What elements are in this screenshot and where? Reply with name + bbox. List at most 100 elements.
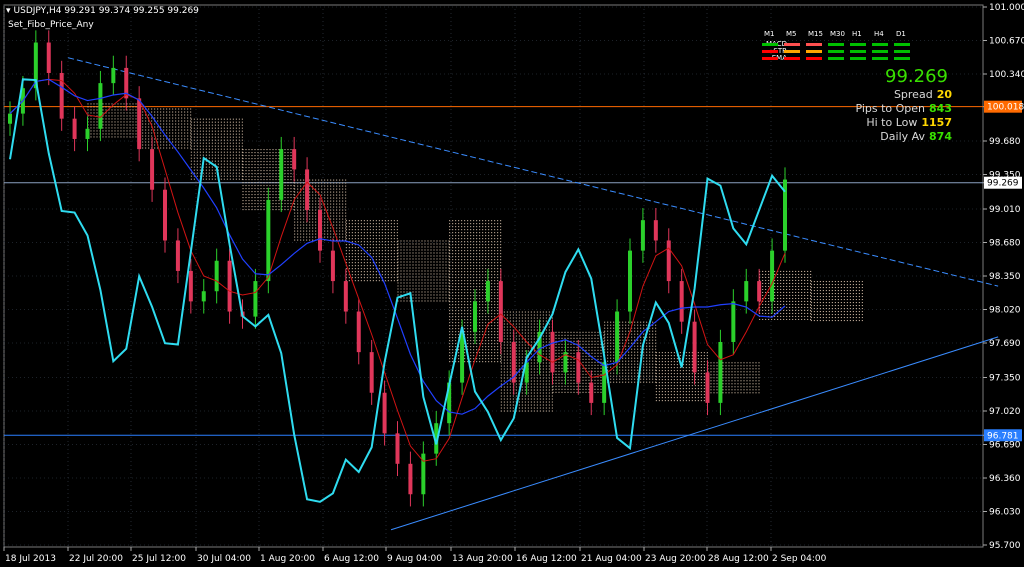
cloud-dot (464, 304, 466, 306)
cloud-dot (354, 262, 356, 264)
cloud-dot (703, 376, 705, 378)
cloud-dot (691, 382, 693, 384)
cloud-dot (458, 358, 460, 360)
cloud-dot (309, 221, 311, 223)
cloud-dot (603, 343, 605, 345)
cloud-dot (123, 115, 125, 117)
cloud-dot (506, 365, 508, 367)
cloud-dot (403, 282, 405, 284)
cloud-dot (190, 154, 192, 156)
cloud-dot (518, 341, 520, 343)
cloud-dot (424, 288, 426, 290)
cloud-dot (357, 259, 359, 261)
cloud-dot (515, 383, 517, 385)
cloud-dot (610, 381, 612, 383)
cloud-dot (217, 130, 219, 132)
cloud-dot (591, 349, 593, 351)
cloud-dot (339, 182, 341, 184)
cloud-dot (309, 197, 311, 199)
cloud-dot (378, 256, 380, 258)
cloud-dot (400, 243, 402, 245)
cloud-dot (670, 361, 672, 363)
cloud-dot (467, 256, 469, 258)
cloud-dot (232, 145, 234, 147)
cloud-dot (509, 329, 511, 331)
cloud-dot (202, 124, 204, 126)
cloud-dot (339, 188, 341, 190)
cloud-dot (163, 108, 165, 110)
cloud-dot (211, 175, 213, 177)
cloud-dot (548, 326, 550, 328)
cloud-dot (387, 247, 389, 249)
cloud-dot (539, 383, 541, 385)
cloud-dot (700, 391, 702, 393)
cloud-dot (673, 394, 675, 396)
cloud-dot (473, 286, 475, 288)
cloud-dot (467, 346, 469, 348)
cloud-dot (397, 282, 399, 284)
cloud-dot (294, 227, 296, 229)
cloud-dot (372, 274, 374, 276)
cloud-dot (269, 194, 271, 196)
cloud-dot (238, 148, 240, 150)
cloud-dot (449, 349, 451, 351)
cloud-dot (208, 172, 210, 174)
cloud-dot (193, 124, 195, 126)
cloud-dot (467, 343, 469, 345)
cloud-dot (570, 358, 572, 360)
cloud-dot (497, 361, 499, 363)
cloud-dot (622, 366, 624, 368)
cloud-dot (294, 224, 296, 226)
cloud-dot (369, 220, 371, 222)
cloud-dot (254, 149, 256, 151)
cloud-dot (604, 339, 606, 341)
cloud-dot (327, 236, 329, 238)
cloud-dot (545, 398, 547, 400)
cloud-dot (117, 115, 119, 117)
cloud-dot (622, 378, 624, 380)
cloud-dot (424, 246, 426, 248)
cloud-dot (497, 253, 499, 255)
cloud-dot (488, 340, 490, 342)
cloud-dot (163, 129, 165, 131)
cloud-dot (524, 323, 526, 325)
cloud-dot (390, 277, 392, 279)
cloud-dot (205, 169, 207, 171)
cloud-dot (619, 330, 621, 332)
cloud-dot (345, 179, 347, 181)
cloud-dot (400, 255, 402, 257)
cloud-dot (488, 316, 490, 318)
cloud-dot (655, 336, 657, 338)
cloud-dot (333, 236, 335, 238)
cloud-dot (445, 270, 447, 272)
cloud-dot (497, 262, 499, 264)
cloud-dot (637, 351, 639, 353)
cloud-dot (287, 194, 289, 196)
cloud-dot (697, 358, 699, 360)
cloud-dot (691, 388, 693, 390)
cloud-dot (333, 185, 335, 187)
chart-window[interactable]: 101.000 100.670 100.340 100.018 99.680 99.350… (0, 0, 1024, 567)
cloud-dot (548, 404, 550, 406)
cloud-dot (421, 276, 423, 278)
cloud-dot (455, 337, 457, 339)
cloud-dot (384, 229, 386, 231)
cloud-dot (427, 246, 429, 248)
cloud-dot (700, 355, 702, 357)
cloud-dot (232, 172, 234, 174)
cloud-dot (248, 188, 250, 190)
cloud-dot (384, 277, 386, 279)
cloud-dot (387, 238, 389, 240)
cloud-dot (166, 111, 168, 113)
cloud-dot (217, 157, 219, 159)
cloud-dot (452, 250, 454, 252)
cloud-dot (245, 188, 247, 190)
cloud-dot (585, 349, 587, 351)
cloud-dot (488, 250, 490, 252)
cloud-dot (235, 127, 237, 129)
cloud-dot (455, 328, 457, 330)
cloud-dot (241, 133, 243, 135)
cloud-dot (613, 339, 615, 341)
cloud-dot (458, 271, 460, 273)
cloud-dot (452, 355, 454, 357)
